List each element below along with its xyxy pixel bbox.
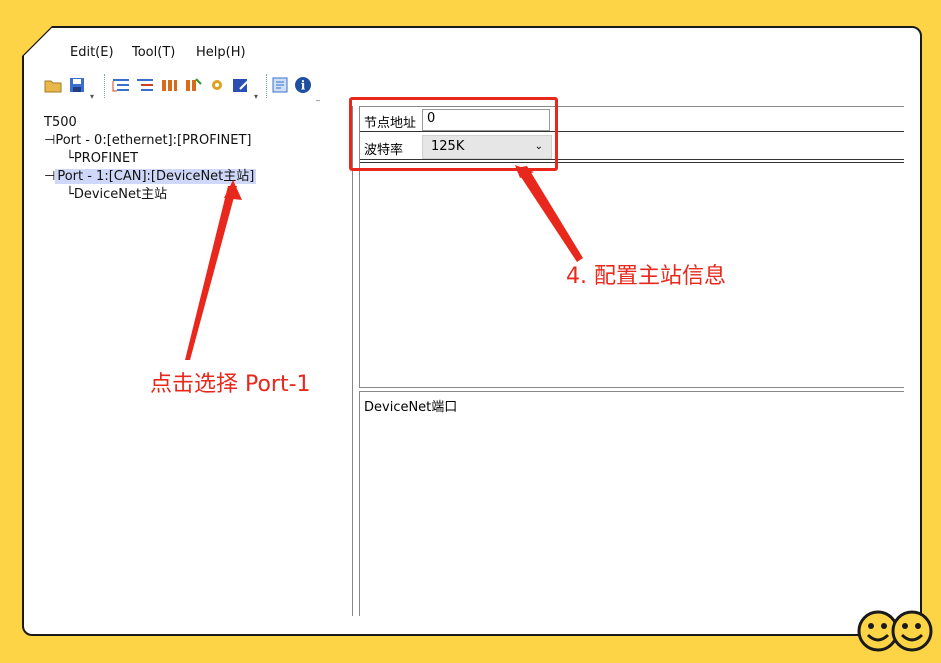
arrow-to-port1 bbox=[185, 186, 237, 360]
smiley-icon bbox=[857, 610, 933, 652]
arrow-head-port1 bbox=[224, 180, 242, 200]
annotation-select-port: 点击选择 Port-1 bbox=[150, 372, 311, 397]
annotation-arrows bbox=[185, 165, 583, 360]
arrow-to-config bbox=[515, 166, 583, 262]
annotation-step4: 4. 配置主站信息 bbox=[566, 264, 726, 289]
